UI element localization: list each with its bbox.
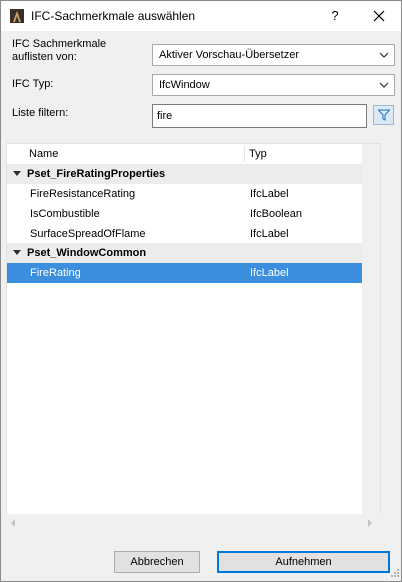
scroll-right-icon[interactable] — [368, 519, 372, 527]
title-bar: IFC-Sachmerkmale auswählen ? — [1, 1, 401, 31]
property-name: FireResistanceRating — [30, 188, 136, 200]
apply-filter-button[interactable] — [373, 105, 394, 125]
list-from-dropdown[interactable]: Aktiver Vorschau-Übersetzer — [152, 44, 395, 66]
property-type: IfcLabel — [250, 267, 289, 279]
ifc-property-dialog: IFC-Sachmerkmale auswählen ? IFC Sachmer… — [0, 0, 402, 582]
tree-group-row[interactable]: Pset_WindowCommon — [7, 243, 380, 263]
tree-header: Name Typ — [7, 144, 362, 165]
property-type: IfcLabel — [250, 228, 289, 240]
filter-input[interactable] — [157, 109, 357, 123]
list-from-label-line2: auflisten von: — [12, 51, 77, 63]
column-header-type[interactable]: Typ — [249, 148, 267, 160]
ifc-type-dropdown[interactable]: IfcWindow — [152, 74, 395, 96]
close-button[interactable] — [369, 7, 389, 25]
tree-property-row[interactable]: FireResistanceRating IfcLabel — [7, 184, 380, 204]
list-from-label-line1: IFC Sachmerkmale — [12, 38, 107, 50]
tree-group-row[interactable]: Pset_FireRatingProperties — [7, 164, 380, 184]
filter-funnel-icon — [378, 109, 390, 121]
property-type: IfcLabel — [250, 188, 289, 200]
vertical-scrollbar[interactable] — [362, 144, 380, 528]
add-button[interactable]: Aufnehmen — [217, 551, 390, 573]
column-divider[interactable] — [244, 146, 245, 162]
archicad-app-icon — [10, 9, 24, 23]
column-header-name[interactable]: Name — [29, 148, 58, 160]
filter-label: Liste filtern: — [12, 107, 69, 119]
list-from-value: Aktiver Vorschau-Übersetzer — [159, 49, 299, 61]
property-name: IsCombustible — [30, 208, 100, 220]
expand-caret-icon[interactable] — [13, 250, 21, 255]
property-name: SurfaceSpreadOfFlame — [30, 228, 146, 240]
chevron-down-icon — [379, 52, 389, 58]
tree-property-row[interactable]: IsCombustible IfcBoolean — [7, 204, 380, 224]
scroll-left-icon[interactable] — [11, 519, 15, 527]
tree-property-row-selected[interactable]: FireRating IfcLabel — [7, 263, 380, 283]
window-title: IFC-Sachmerkmale auswählen — [31, 9, 196, 23]
resize-grip-icon[interactable] — [389, 567, 399, 577]
property-tree: Name Typ Pset_FireRatingProperties FireR… — [6, 143, 381, 529]
property-name: FireRating — [30, 267, 81, 279]
expand-caret-icon[interactable] — [13, 171, 21, 176]
filter-field[interactable] — [152, 104, 367, 128]
cancel-button[interactable]: Abbrechen — [114, 551, 200, 573]
horizontal-scrollbar[interactable] — [6, 514, 381, 531]
tree-property-row[interactable]: SurfaceSpreadOfFlame IfcLabel — [7, 224, 380, 244]
property-type: IfcBoolean — [250, 208, 302, 220]
ifc-type-value: IfcWindow — [159, 79, 210, 91]
group-name: Pset_FireRatingProperties — [27, 168, 166, 180]
close-icon — [373, 10, 385, 22]
ifc-type-label: IFC Typ: — [12, 78, 54, 90]
chevron-down-icon — [379, 82, 389, 88]
help-button[interactable]: ? — [325, 7, 345, 25]
group-name: Pset_WindowCommon — [27, 247, 147, 259]
